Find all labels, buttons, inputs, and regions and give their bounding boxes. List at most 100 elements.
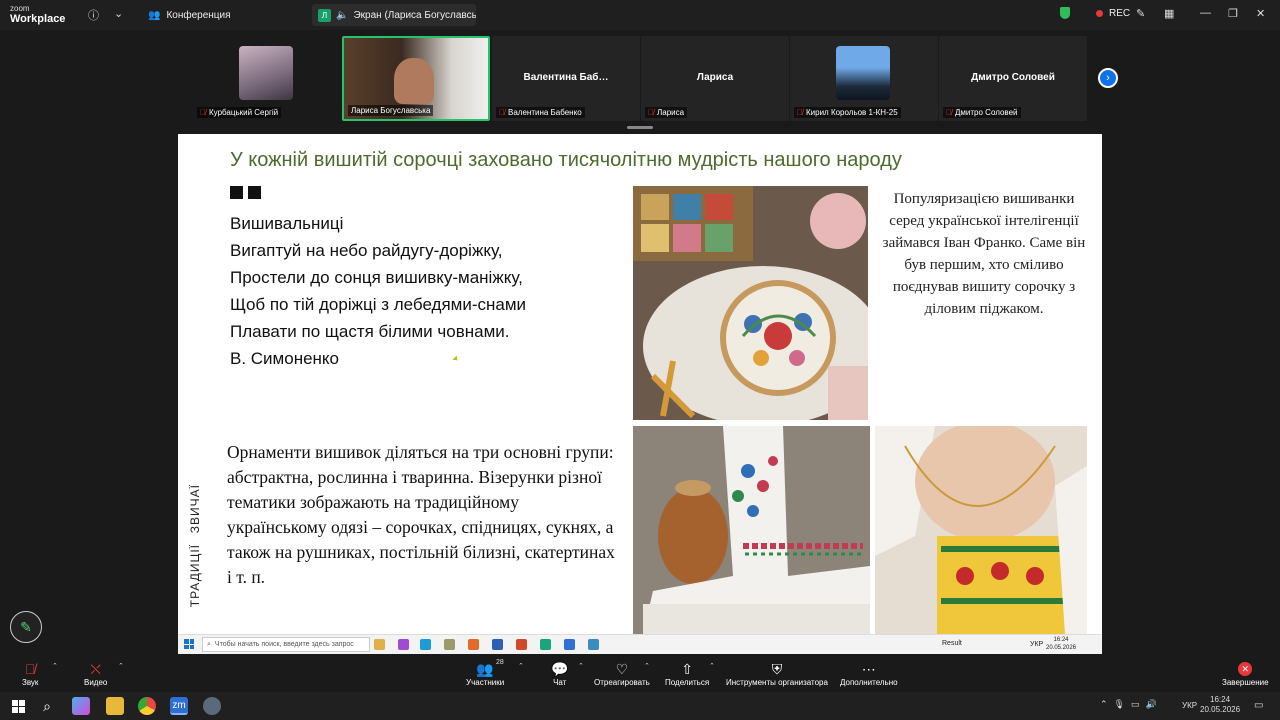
video-options-caret[interactable]: ⌃ (118, 662, 124, 670)
ornament-paragraph: Орнаменти вишивок діляться на три основн… (227, 442, 615, 587)
chevron-down-icon[interactable]: ⌄ (114, 7, 123, 20)
firefox-icon (468, 639, 479, 650)
participant-tile-kurbatskyi[interactable]: 🎙̸ Курбацький Сергій (193, 36, 341, 121)
chevron-up-icon[interactable]: ⌃ (1100, 699, 1108, 710)
participant-label: Лариса Богуславська (348, 105, 434, 116)
audio-button[interactable]: 🎙̸ Звук (22, 660, 38, 687)
share-label: Поделиться (665, 678, 710, 687)
folder-icon[interactable] (106, 697, 124, 715)
shared-screen: У кожній вишитій сорочці заховано тисячо… (178, 134, 1102, 654)
poem-author: В. Симоненко (230, 349, 340, 368)
embroidery-hoop-image (633, 186, 868, 420)
notification-icon[interactable]: ▭ (1254, 700, 1263, 711)
meeting-tab[interactable]: 👥 Конференция (140, 4, 239, 26)
participant-name: Курбацький Сергій (209, 108, 279, 117)
participant-tile-babenko[interactable]: Валентина Баб… 🎙̸ Валентина Бабенко (492, 36, 640, 121)
chat-caret[interactable]: ⌃ (578, 662, 584, 670)
chrome-icon[interactable] (138, 697, 156, 715)
shield-icon: ⛨ (771, 661, 783, 677)
participant-display-name: Дмитро Соловей (971, 72, 1055, 83)
participant-name: Лариса (657, 108, 685, 117)
network-icon[interactable]: ▭ (1131, 699, 1140, 710)
participant-tile-bohuslavska[interactable]: Лариса Богуславська (342, 36, 490, 121)
info-icon[interactable]: ⓘ (88, 7, 99, 23)
clock-time: 16:24 (1210, 695, 1231, 704)
share-caret[interactable]: ⌃ (709, 662, 715, 670)
more-label: Дополнительно (840, 678, 898, 687)
video-button[interactable]: ⛌ Видео (84, 660, 107, 687)
participant-video (836, 46, 890, 100)
participant-label: 🎙̸ Лариса (645, 107, 688, 118)
participant-video (239, 46, 293, 100)
participant-name: Кирил Корольов 1-КН-25 (806, 108, 898, 117)
participant-tile-korolov[interactable]: 🎙̸ Кирил Корольов 1-КН-25 (790, 36, 938, 121)
folder-icon (374, 639, 385, 650)
audio-options-caret[interactable]: ⌃ (52, 662, 58, 670)
share-button[interactable]: ⇧ Поделиться (665, 660, 709, 687)
participant-label: 🎙̸ Курбацький Сергій (197, 107, 282, 118)
app-icon (588, 639, 599, 650)
participant-name: Дмитро Соловей (955, 108, 1018, 117)
franko-caption: Популяризацією вишиванки серед українськ… (882, 191, 1086, 317)
bullet-squares (230, 186, 261, 199)
meeting-tab-label: Конференция (166, 9, 231, 21)
pencil-icon: ✎ (20, 618, 32, 635)
clock-date: 20.05.2026 (1200, 705, 1241, 714)
embroidered-blouse-image (875, 426, 1087, 634)
chat-button[interactable]: 💬 Чат (551, 660, 568, 687)
participant-tile-solovei[interactable]: Дмитро Соловей 🎙̸ Дмитро Соловей (939, 36, 1087, 121)
host-tools-button[interactable]: ⛨ Инструменты организатора (726, 660, 828, 687)
vertical-label-traditions: ТРАДИЦІЇ (188, 544, 202, 608)
input-language[interactable]: УКР (1182, 701, 1197, 710)
rec-label: REC (1109, 7, 1131, 19)
slide-title: У кожній вишитій сорочці заховано тисячо… (230, 149, 902, 171)
end-icon: ✕ (1238, 662, 1253, 676)
vertical-label-customs: ЗВИЧАЇ (188, 484, 202, 534)
annotate-button[interactable]: ✎ (10, 611, 42, 643)
next-page-button[interactable]: › (1098, 68, 1118, 88)
copilot-icon[interactable] (72, 697, 90, 715)
close-icon[interactable]: ✕ (1256, 7, 1265, 20)
search-icon: ⌕ (207, 640, 211, 648)
shared-taskbar: ⌕ Чтобы начать поиск, введите здесь запр… (178, 634, 1102, 654)
participants-button[interactable]: 👥 28 Участники (466, 659, 504, 687)
react-caret[interactable]: ⌃ (644, 662, 650, 670)
meeting-toolbar: 🎙̸ Звук ⌃ ⛌ Видео ⌃ 👥 28 Участники ⌃ 💬 Ч… (0, 656, 1280, 692)
embroidered-towel-image (633, 426, 870, 634)
chat-icon: 💬 (551, 661, 569, 677)
skype-icon (420, 639, 431, 650)
end-meeting-button[interactable]: ✕ Завершение (1222, 660, 1269, 687)
more-icon: ⋯ (861, 661, 876, 677)
zoom-app-icon[interactable]: zm (170, 697, 188, 715)
participant-tile-larysa[interactable]: Лариса 🎙̸ Лариса (641, 36, 789, 121)
windows-start-icon[interactable] (12, 700, 25, 713)
volume-icon[interactable]: 🔊 (1146, 699, 1157, 710)
system-clock[interactable]: 16:24 20.05.2026 (1200, 695, 1240, 715)
strip-resize-handle[interactable] (627, 126, 653, 129)
system-tray: ⌃ 🎙 ▭ 🔊 (1100, 699, 1157, 710)
poem: Вишивальниці Вигаптуй на небо райдугу-до… (230, 210, 526, 372)
participants-caret[interactable]: ⌃ (518, 662, 524, 670)
grid-icon[interactable]: ▦ (1164, 7, 1174, 20)
screen-share-tab[interactable]: Л 🔈 Экран (Лариса Богуславськ ⋯ (312, 4, 476, 26)
share-screen-icon: ⇧ (681, 661, 693, 677)
mic-icon[interactable]: 🎙 (1114, 699, 1125, 710)
sharer-badge: Л (318, 8, 331, 22)
more-button[interactable]: ⋯ Дополнительно (840, 660, 898, 687)
mic-muted-icon: 🎙̸ (200, 108, 206, 117)
shared-search-box: ⌕ Чтобы начать поиск, введите здесь запр… (202, 637, 370, 652)
restore-icon[interactable]: ❐ (1228, 7, 1238, 20)
end-label: Завершение (1222, 678, 1269, 687)
minimize-icon[interactable]: — (1200, 7, 1211, 19)
annotate-icon[interactable]: ✎ (1136, 7, 1145, 20)
chevron-right-icon: › (1106, 72, 1110, 84)
poem-line: Вишивальниці (230, 214, 344, 233)
people-icon: 👥 (148, 9, 161, 21)
app-icon[interactable] (203, 697, 221, 715)
react-button[interactable]: ♡ Отреагировать (594, 660, 650, 687)
mic-muted-icon: 🎙̸ (24, 661, 36, 677)
heart-icon: ♡ (615, 661, 629, 677)
search-icon[interactable]: ⌕ (38, 697, 56, 715)
poem-line: Вигаптуй на небо райдугу-доріжку, (230, 241, 503, 260)
chat-label: Чат (553, 678, 567, 687)
